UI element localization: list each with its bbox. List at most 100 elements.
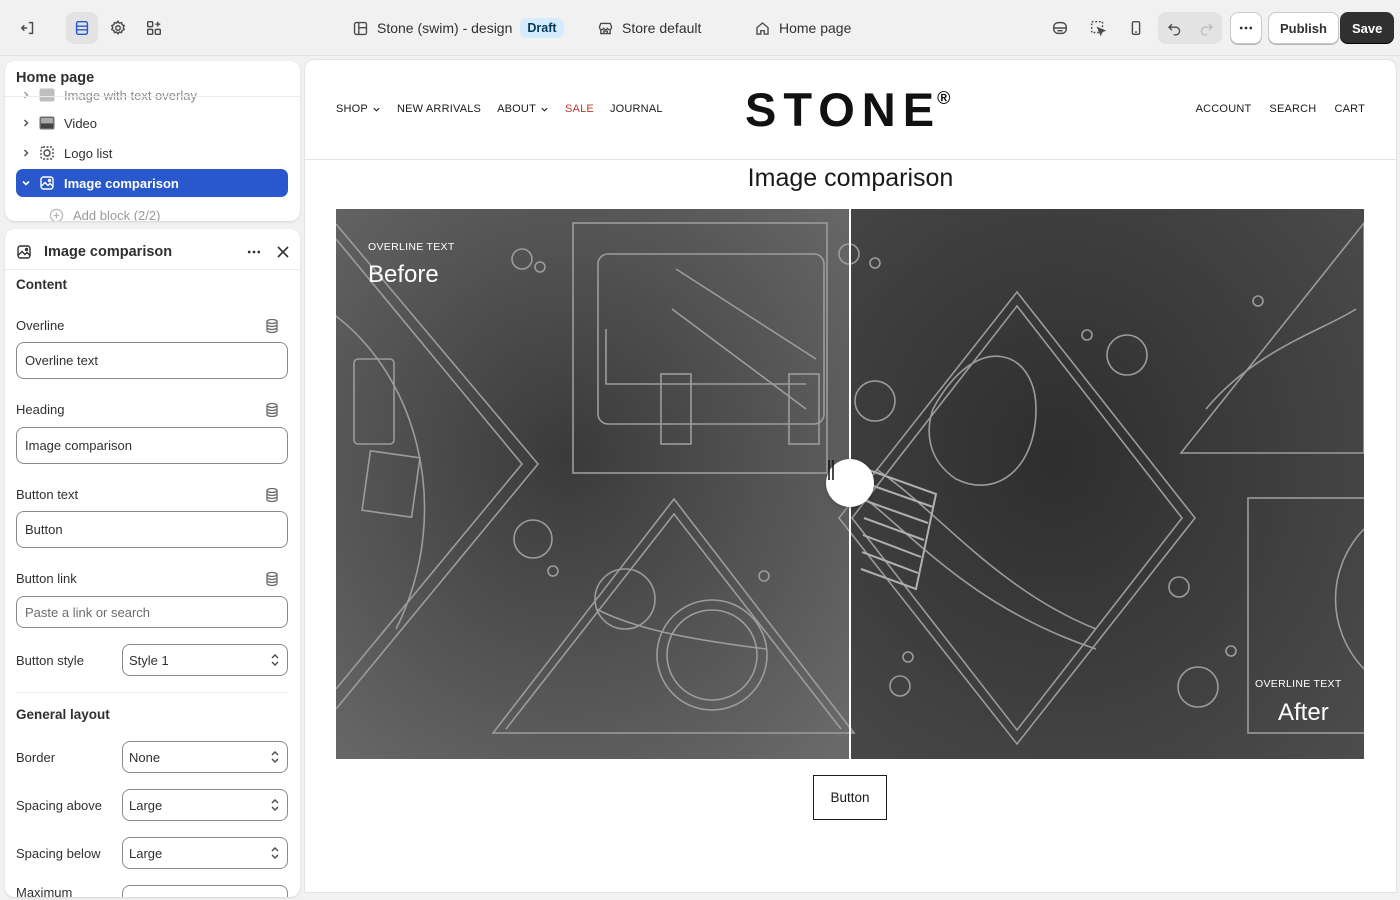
tree-item-video[interactable]: Video bbox=[16, 109, 288, 137]
tree-item-label: Video bbox=[64, 115, 98, 131]
select-value: Large bbox=[129, 845, 163, 861]
theme-selector[interactable]: Stone (swim) - design Draft bbox=[352, 14, 564, 42]
undo-icon[interactable] bbox=[1158, 12, 1190, 44]
section-settings-panel: Image comparison Content Overline Overli… bbox=[5, 229, 300, 897]
image-compare-icon bbox=[17, 245, 31, 259]
store-header: SHOP NEW ARRIVALS ABOUT SALE JOURNAL STO… bbox=[305, 60, 1396, 160]
after-overline: OVERLINE TEXT bbox=[1255, 678, 1342, 690]
publish-button[interactable]: Publish bbox=[1268, 12, 1339, 44]
chevron-right-icon bbox=[16, 89, 36, 101]
ellipsis-icon[interactable] bbox=[243, 241, 265, 263]
tree-item-logo-list[interactable]: Logo list bbox=[16, 139, 288, 167]
tree-item-label: Image with text overlay bbox=[64, 87, 197, 103]
section-heading: Image comparison bbox=[747, 164, 954, 192]
store-logo[interactable]: STONE® bbox=[745, 82, 950, 137]
theme-name: Stone (swim) - design bbox=[377, 20, 513, 36]
home-icon bbox=[756, 21, 769, 35]
inspector-icon[interactable] bbox=[1044, 12, 1076, 44]
maximum-select[interactable] bbox=[122, 885, 288, 897]
before-label: Before bbox=[368, 261, 439, 288]
select-element-icon[interactable] bbox=[1082, 12, 1114, 44]
border-select[interactable]: None bbox=[122, 741, 288, 773]
add-block-button[interactable]: Add block (2/2) bbox=[45, 201, 245, 221]
button-text-input[interactable]: Button bbox=[16, 511, 288, 548]
logo-icon bbox=[36, 145, 58, 161]
overline-label: Overline bbox=[16, 318, 65, 333]
spacing-below-select[interactable]: Large bbox=[122, 837, 288, 869]
settings-title: Image comparison bbox=[44, 244, 173, 260]
nav-shop[interactable]: SHOP bbox=[336, 103, 381, 115]
store-icon bbox=[598, 22, 613, 34]
button-style-label: Button style bbox=[16, 653, 84, 668]
select-arrows-icon bbox=[271, 799, 279, 811]
mobile-view-icon[interactable] bbox=[1120, 12, 1152, 44]
ellipsis-icon bbox=[1239, 26, 1253, 30]
drag-handle-icon bbox=[828, 460, 834, 480]
nav-account[interactable]: ACCOUNT bbox=[1196, 103, 1252, 115]
page-selector[interactable]: Home page bbox=[754, 14, 851, 42]
database-icon[interactable] bbox=[264, 318, 280, 334]
settings-header: Image comparison bbox=[16, 237, 292, 267]
heading-input[interactable]: Image comparison bbox=[16, 427, 288, 464]
redo-icon[interactable] bbox=[1190, 12, 1222, 44]
content-section-title: Content bbox=[16, 277, 67, 292]
main-nav: SHOP NEW ARRIVALS ABOUT SALE JOURNAL bbox=[336, 103, 663, 115]
spacing-above-label: Spacing above bbox=[16, 798, 103, 813]
image-icon bbox=[36, 87, 58, 103]
editor-topbar: Stone (swim) - design Draft Store defaul… bbox=[0, 0, 1400, 56]
divider bbox=[5, 269, 300, 270]
spacing-below-label: Spacing below bbox=[16, 846, 101, 861]
overline-input[interactable]: Overline text bbox=[16, 342, 288, 379]
database-icon[interactable] bbox=[264, 402, 280, 418]
apps-icon[interactable] bbox=[138, 12, 170, 44]
button-style-select[interactable]: Style 1 bbox=[122, 644, 288, 676]
utility-nav: ACCOUNT SEARCH CART bbox=[1196, 103, 1365, 115]
chevron-down-icon bbox=[373, 107, 380, 112]
button-link-input[interactable]: Paste a link or search bbox=[16, 596, 288, 628]
store-selector[interactable]: Store default bbox=[597, 14, 701, 42]
registered-mark: ® bbox=[937, 88, 951, 108]
tree-item-image-with-text-overlay[interactable]: Image with text overlay bbox=[16, 81, 288, 109]
select-value: None bbox=[129, 749, 161, 765]
exit-icon[interactable] bbox=[12, 12, 44, 44]
spacing-above-select[interactable]: Large bbox=[122, 789, 288, 821]
border-label: Border bbox=[16, 750, 56, 765]
database-icon[interactable] bbox=[264, 487, 280, 503]
nav-about[interactable]: ABOUT bbox=[497, 103, 549, 115]
button-text-label: Button text bbox=[16, 487, 79, 502]
gear-icon[interactable] bbox=[102, 12, 134, 44]
image-compare-icon bbox=[36, 175, 58, 191]
tree-item-image-comparison[interactable]: Image comparison bbox=[16, 169, 288, 197]
store-preview: SHOP NEW ARRIVALS ABOUT SALE JOURNAL STO… bbox=[304, 59, 1397, 893]
general-layout-section-title: General layout bbox=[16, 707, 110, 722]
video-icon bbox=[36, 115, 58, 131]
layout-icon bbox=[353, 21, 368, 35]
nav-sale[interactable]: SALE bbox=[565, 103, 594, 115]
close-icon[interactable] bbox=[272, 241, 294, 263]
undo-redo-group bbox=[1158, 12, 1222, 44]
after-label: After bbox=[1278, 699, 1329, 726]
maximum-label: Maximum bbox=[16, 885, 73, 897]
more-actions-button[interactable] bbox=[1230, 12, 1262, 44]
nav-new-arrivals[interactable]: NEW ARRIVALS bbox=[397, 103, 481, 115]
image-comparison-slider[interactable]: OVERLINE TEXT Before OVERLINE TEXT After bbox=[336, 209, 1364, 759]
nav-cart[interactable]: CART bbox=[1334, 103, 1365, 115]
nav-search[interactable]: SEARCH bbox=[1269, 103, 1316, 115]
preview-button[interactable]: Button bbox=[813, 775, 887, 820]
nav-journal[interactable]: JOURNAL bbox=[610, 103, 663, 115]
chevron-down-icon bbox=[541, 107, 548, 112]
database-icon[interactable] bbox=[264, 571, 280, 587]
chevron-down-icon bbox=[16, 177, 36, 189]
tree-divider bbox=[5, 96, 300, 97]
select-value: Large bbox=[129, 797, 163, 813]
save-button[interactable]: Save bbox=[1340, 12, 1395, 44]
select-arrows-icon bbox=[271, 654, 279, 666]
slider-handle[interactable] bbox=[826, 459, 874, 507]
section-tree-panel: Home page Image with text overlay Video … bbox=[5, 61, 300, 221]
before-overline: OVERLINE TEXT bbox=[368, 241, 455, 253]
select-value: Style 1 bbox=[129, 652, 169, 668]
store-label: Store default bbox=[622, 20, 702, 36]
button-link-label: Button link bbox=[16, 571, 77, 586]
sections-icon[interactable] bbox=[66, 12, 98, 44]
chevron-right-icon bbox=[16, 117, 36, 129]
